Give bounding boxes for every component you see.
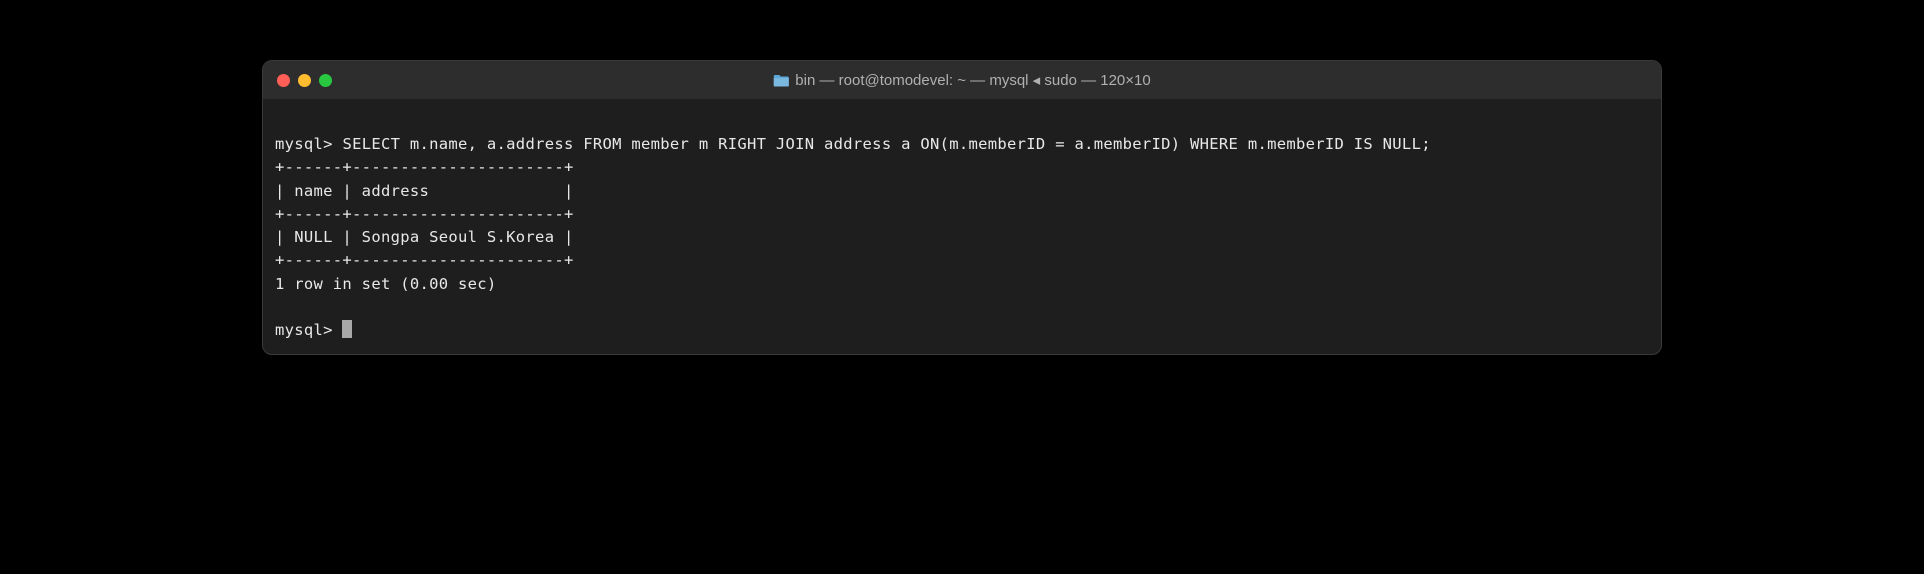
titlebar[interactable]: bin — root@tomodevel: ~ — mysql ◂ sudo —… — [263, 61, 1661, 99]
close-button[interactable] — [277, 74, 290, 87]
table-data-row: | NULL | Songpa Seoul S.Korea | — [275, 226, 1649, 249]
window-title: bin — root@tomodevel: ~ — mysql ◂ sudo —… — [773, 71, 1150, 89]
maximize-button[interactable] — [319, 74, 332, 87]
traffic-lights — [277, 74, 332, 87]
folder-icon — [773, 74, 789, 87]
mysql-prompt: mysql> — [275, 135, 342, 153]
table-separator-bot: +------+----------------------+ — [275, 249, 1649, 272]
sql-query: SELECT m.name, a.address FROM member m R… — [342, 135, 1430, 153]
cursor — [342, 320, 352, 338]
mysql-prompt-2: mysql> — [275, 321, 342, 339]
terminal-body[interactable]: mysql> SELECT m.name, a.address FROM mem… — [263, 99, 1661, 354]
terminal-window: bin — root@tomodevel: ~ — mysql ◂ sudo —… — [262, 60, 1662, 355]
table-header-row: | name | address | — [275, 180, 1649, 203]
window-title-text: bin — root@tomodevel: ~ — mysql ◂ sudo —… — [795, 71, 1150, 89]
table-separator-top: +------+----------------------+ — [275, 156, 1649, 179]
minimize-button[interactable] — [298, 74, 311, 87]
result-message: 1 row in set (0.00 sec) — [275, 273, 1649, 296]
table-separator-mid: +------+----------------------+ — [275, 203, 1649, 226]
